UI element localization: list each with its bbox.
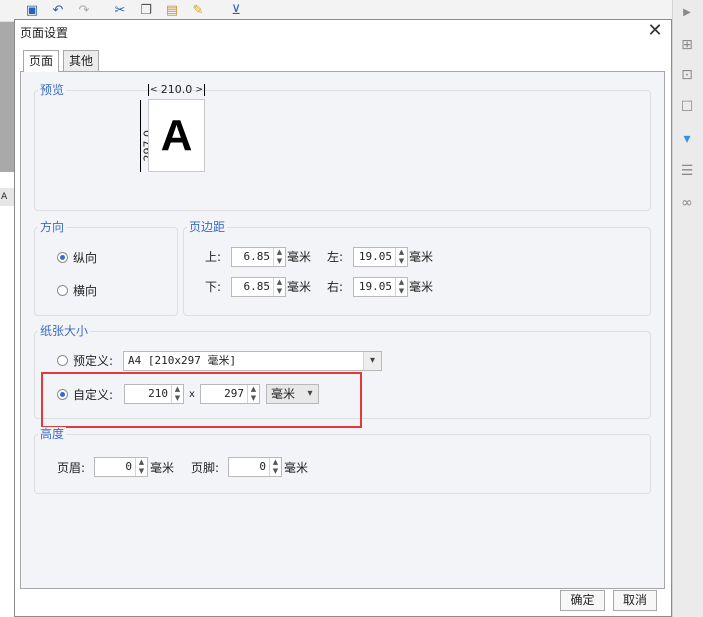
copy-icon[interactable]: ❐: [138, 3, 154, 19]
save-icon[interactable]: ▣: [24, 3, 40, 19]
spin-down-icon: ▼: [276, 287, 283, 295]
preview-width-label: 210.0: [160, 83, 193, 96]
dialog-title: 页面设置: [20, 26, 69, 40]
undo-icon[interactable]: ↶: [50, 3, 66, 19]
cancel-button[interactable]: 取消: [613, 590, 657, 611]
orientation-legend: 方向: [38, 220, 67, 234]
right-panel: [672, 0, 703, 617]
chevron-down-icon[interactable]: ▾: [363, 352, 381, 370]
margin-left-label: 左:: [327, 250, 344, 264]
footer-unit: 毫米: [284, 461, 309, 475]
preview-group: [34, 90, 651, 211]
portrait-label[interactable]: 纵向: [73, 251, 97, 265]
preview-width-dimension: < 210.0 >: [148, 83, 205, 96]
margin-bottom-unit: 毫米: [287, 280, 312, 294]
header-height-input[interactable]: 0 ▲ ▼: [94, 457, 148, 477]
paper-size-legend: 纸张大小: [38, 324, 91, 338]
margin-left-input[interactable]: 19.05 ▲ ▼: [353, 247, 408, 267]
tab-other[interactable]: 其他: [63, 50, 100, 71]
predefined-paper-select[interactable]: A4 [210x297 毫米] ▾: [123, 351, 382, 371]
margin-bottom-input[interactable]: 6.85 ▲ ▼: [231, 277, 286, 297]
spin-down-icon: ▼: [398, 287, 405, 295]
paper-preview: A: [148, 99, 205, 172]
spin-up-icon: ▲: [398, 278, 405, 286]
border-icon[interactable]: ☐: [678, 98, 696, 116]
margin-right-input[interactable]: 19.05 ▲ ▼: [353, 277, 408, 297]
header-unit: 毫米: [150, 461, 175, 475]
paste-icon[interactable]: ▤: [164, 3, 180, 19]
margin-right-unit: 毫米: [409, 280, 434, 294]
spreadsheet-header-area: [0, 22, 14, 172]
close-icon[interactable]: ✕: [645, 20, 665, 42]
footer-height-input[interactable]: 0 ▲ ▼: [228, 457, 282, 477]
spin-down-icon: ▼: [398, 257, 405, 265]
portrait-radio[interactable]: [57, 252, 68, 263]
spin-down-icon: ▼: [138, 467, 145, 475]
insert-icon[interactable]: ⊻: [228, 3, 244, 19]
spin-up-icon: ▲: [272, 458, 279, 466]
cell-icon[interactable]: ⊞: [678, 36, 696, 54]
landscape-radio[interactable]: [57, 285, 68, 296]
margins-legend: 页边距: [187, 220, 228, 234]
column-header-cell: A: [0, 188, 14, 206]
margins-group: [183, 227, 651, 316]
spin-down-icon: ▼: [272, 467, 279, 475]
spin-up-icon: ▲: [138, 458, 145, 466]
footer-label: 页脚:: [191, 461, 220, 475]
expand-arrow-icon[interactable]: ▶: [678, 4, 696, 22]
orientation-group: [34, 227, 178, 316]
element-icon[interactable]: ⊡: [678, 66, 696, 84]
preview-legend: 预览: [38, 83, 67, 97]
cut-icon[interactable]: ✂: [112, 3, 128, 19]
margin-top-label: 上:: [205, 250, 222, 264]
link-icon[interactable]: ∞: [678, 194, 696, 212]
paper-preview-letter: A: [160, 111, 193, 160]
margin-right-label: 右:: [327, 280, 344, 294]
spin-up-icon: ▲: [276, 248, 283, 256]
redo-icon[interactable]: ↷: [76, 3, 92, 19]
landscape-label[interactable]: 横向: [73, 284, 97, 298]
predefined-label[interactable]: 预定义:: [73, 354, 113, 368]
margin-bottom-label: 下:: [205, 280, 222, 294]
format-painter-icon[interactable]: ✎: [190, 3, 206, 19]
height-legend: 高度: [38, 427, 67, 441]
spin-up-icon: ▲: [276, 278, 283, 286]
margin-top-input[interactable]: 6.85 ▲ ▼: [231, 247, 286, 267]
layout-icon[interactable]: ☰: [678, 162, 696, 180]
ok-button[interactable]: 确定: [560, 590, 605, 611]
spin-up-icon: ▲: [398, 248, 405, 256]
dropdown-widget-icon[interactable]: ▾: [678, 130, 696, 148]
margin-left-unit: 毫米: [409, 250, 434, 264]
tab-page[interactable]: 页面: [23, 50, 60, 72]
predefined-radio[interactable]: [57, 355, 68, 366]
header-label: 页眉:: [57, 461, 86, 475]
spin-down-icon: ▼: [276, 257, 283, 265]
highlight-annotation: [41, 372, 362, 428]
margin-top-unit: 毫米: [287, 250, 312, 264]
